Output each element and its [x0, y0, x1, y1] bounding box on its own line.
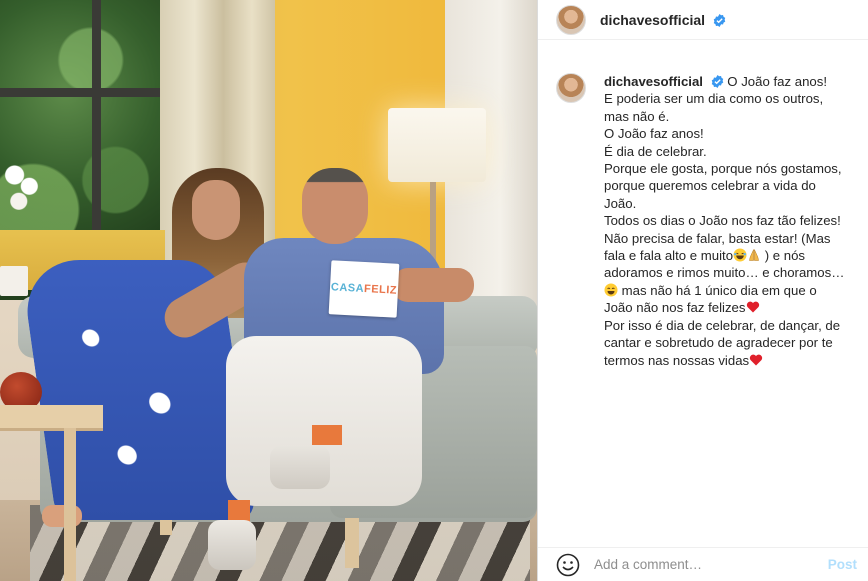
woman-feet: [42, 505, 82, 527]
caption-line: Porque ele gosta, porque nós gostamos,: [604, 161, 842, 177]
lamp-pole: [430, 182, 436, 262]
post-header: dichavesofficial: [538, 0, 868, 40]
caption-line: cantar e sobretudo de agradecer por te: [604, 335, 833, 351]
orchid-flowers: [2, 160, 44, 235]
post-comment-button[interactable]: Post: [828, 557, 857, 572]
caption-line: dichavesofficial O João faz anos!: [604, 73, 844, 90]
post-caption: dichavesofficial O João faz anos! E pode…: [556, 73, 861, 369]
verified-badge-icon: [713, 13, 726, 27]
caption-username[interactable]: dichavesofficial: [604, 74, 703, 89]
caption-line: Todos os dias o João nos faz tão felizes…: [604, 213, 841, 229]
caption-line: fala e fala alto e muito ) e nós: [604, 247, 844, 264]
caption-line: O João faz anos!: [604, 126, 704, 142]
caption-avatar[interactable]: [556, 73, 586, 103]
caption-line: Por isso é dia de celebrar, de dançar, d…: [604, 317, 841, 333]
window-frame: [0, 88, 165, 97]
man-sock: [312, 425, 342, 445]
card-word-feliz: FELIZ: [363, 283, 398, 297]
header-username-text[interactable]: dichavesofficial: [600, 12, 705, 28]
caption-line: mas não há 1 único dia em que o: [604, 282, 844, 299]
praying-hands-emoji-icon: [749, 249, 759, 261]
lamp-shade: [388, 108, 486, 182]
caption-line-text: fala e fala alto e muito: [604, 248, 734, 264]
caption-line: João não nos faz felizes: [604, 299, 844, 316]
header-username[interactable]: dichavesofficial: [600, 12, 726, 28]
caption-line: João.: [604, 195, 637, 211]
red-heart-emoji-icon: [746, 301, 759, 313]
side-table-leg: [64, 428, 76, 581]
caption-line: porque queremos celebrar a vida do: [604, 178, 816, 194]
emoji-smile-icon[interactable]: [556, 553, 580, 577]
caption-line-text: mas não há 1 único dia em que o: [621, 282, 817, 298]
comment-input[interactable]: [594, 557, 814, 572]
caption-line: termos nas nossas vidas: [604, 352, 844, 369]
casa-feliz-card: CASA FELIZ: [328, 260, 400, 318]
verified-badge-icon: [711, 75, 723, 88]
man-shoe-left: [208, 520, 256, 570]
post-photo[interactable]: CASA FELIZ: [0, 0, 537, 581]
caption-line: É dia de celebrar.: [604, 143, 707, 159]
man-head: [302, 168, 368, 244]
card-word-casa: CASA: [330, 281, 365, 295]
caption-line-text: João não nos faz felizes: [604, 300, 746, 316]
comment-bar: Post: [538, 547, 868, 581]
caption-line-text: O João faz anos!: [727, 74, 827, 89]
laughing-emoji-icon: [733, 248, 747, 262]
caption-line: mas não é.: [604, 108, 670, 124]
red-heart-emoji-icon: [749, 354, 763, 365]
caption-line-text: termos nas nossas vidas: [604, 352, 750, 368]
caption-line-text: ) e nós: [764, 248, 806, 264]
caption-line: E poderia ser um dia como os outros,: [604, 91, 824, 107]
caption-text: dichavesofficial O João faz anos! E pode…: [604, 73, 844, 369]
plant-pot: [0, 266, 28, 296]
smiling-emoji-icon: [604, 283, 618, 297]
side-table: [0, 405, 103, 431]
man-arm: [392, 268, 474, 302]
caption-line: adoramos e rimos muito… e choramos…: [604, 265, 845, 281]
man-shoe: [270, 445, 330, 489]
caption-line: Não precisa de falar, basta estar! (Mas: [604, 230, 831, 246]
woman-face: [192, 180, 240, 240]
avatar[interactable]: [556, 4, 586, 35]
post-sidebar: dichavesofficial dichavesofficial O João…: [537, 0, 868, 581]
sofa-leg-front: [345, 518, 359, 568]
